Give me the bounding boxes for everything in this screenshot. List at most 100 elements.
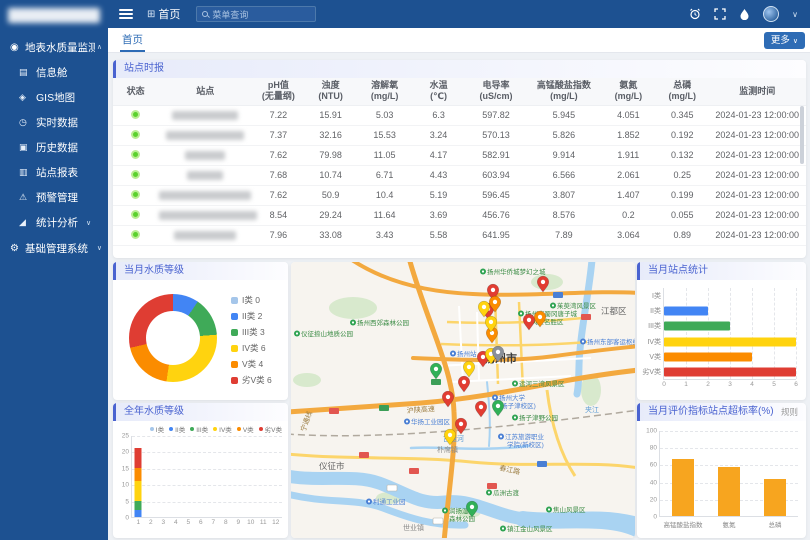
gridline <box>132 485 282 486</box>
app-window: ◉地表水质量监测系统∧▤信息舱◈GIS地图◷实时数据▣历史数据▥站点报表⚠预警管… <box>0 0 810 540</box>
status-cell <box>113 125 158 145</box>
map-label: 仪征市 <box>319 461 345 471</box>
sidebar-group-地表水质量监测系统[interactable]: ◉地表水质量监测系统∧ <box>0 34 108 60</box>
status-cell <box>113 205 158 225</box>
hbar-IV类[interactable] <box>664 337 796 346</box>
sidebar-item-实时数据[interactable]: ◷实时数据 <box>0 110 108 135</box>
breadcrumb-home[interactable]: ⊞ 首页 <box>147 6 180 22</box>
vbar-高锰酸盐指数[interactable] <box>672 459 694 516</box>
value-cell: 6.3 <box>412 105 464 125</box>
table-row[interactable]: 7.3732.1615.533.24570.135.8261.8520.1922… <box>113 125 806 145</box>
sidebar-item-预警管理[interactable]: ⚠预警管理 <box>0 185 108 210</box>
sidebar-item-label: 信息舱 <box>36 65 68 80</box>
menu-toggle-icon[interactable] <box>119 9 133 19</box>
table-row[interactable]: 7.6810.746.714.43603.946.5662.0610.25202… <box>113 165 806 185</box>
hbar-V类[interactable] <box>664 353 752 362</box>
legend-label: 劣V类 <box>265 424 282 434</box>
value-cell: 32.16 <box>305 125 357 145</box>
sidebar-item-统计分析[interactable]: ◢统计分析∨ <box>0 210 108 235</box>
legend-item[interactable]: 劣V类 6 <box>231 372 272 388</box>
legend-item[interactable]: V类 <box>237 424 254 434</box>
table-header-row: 状态站点pH值(无量纲)浊度(NTU)溶解氧(mg/L)水温(℃)电导率(uS/… <box>113 78 806 105</box>
sidebar-item-站点报表[interactable]: ▥站点报表 <box>0 160 108 185</box>
tab-home[interactable]: 首页 <box>120 28 145 52</box>
hbar-劣V类[interactable] <box>664 368 796 377</box>
pin-center <box>489 320 493 324</box>
vbar-总磷[interactable] <box>764 479 786 516</box>
topbar-icons: ∨ <box>689 6 810 22</box>
table-row[interactable]: 8.5429.2411.643.69456.768.5760.20.055202… <box>113 205 806 225</box>
sidebar-item-历史数据[interactable]: ▣历史数据 <box>0 135 108 160</box>
column-header: 监测时间 <box>708 78 806 105</box>
legend-label: V类 <box>243 424 254 434</box>
map-label: 运河三湾风景区 <box>519 379 565 388</box>
legend-item[interactable]: IV类 <box>213 424 232 434</box>
legend-item[interactable]: III类 <box>190 424 208 434</box>
rules-link[interactable]: 规则 <box>781 403 798 421</box>
report-icon: ▥ <box>19 167 32 178</box>
sidebar-item-GIS地图[interactable]: ◈GIS地图 <box>0 85 108 110</box>
fullscreen-icon[interactable] <box>714 8 726 20</box>
search-icon <box>202 11 208 17</box>
legend-label: II类 <box>175 424 185 434</box>
table-row[interactable]: 7.6250.910.45.19596.453.8071.4070.199202… <box>113 185 806 205</box>
poi-dot <box>548 508 550 510</box>
table-row[interactable]: 7.2215.915.036.3597.825.9454.0510.345202… <box>113 105 806 125</box>
status-cell <box>113 165 158 185</box>
legend-item[interactable]: V类 4 <box>231 356 272 372</box>
hbar-II类[interactable] <box>664 307 708 316</box>
panel-title: 全年水质等级 <box>124 403 184 421</box>
hbar-III类[interactable] <box>664 322 730 331</box>
column-header: pH值(无量纲) <box>252 78 304 105</box>
legend-item[interactable]: II类 <box>169 424 185 434</box>
chevron-down-icon[interactable]: ∨ <box>792 10 798 19</box>
value-cell: 5.826 <box>527 125 600 145</box>
map-label: 夹江 <box>585 405 599 414</box>
table-row[interactable]: 7.6279.9811.054.17582.919.9141.9110.1322… <box>113 145 806 165</box>
drop-icon[interactable] <box>739 8 750 20</box>
x-tick-label: 5 <box>186 519 190 526</box>
legend-label: III类 <box>196 424 208 434</box>
annual-legend: I类 II类 III类 IV类 V类 劣V类 <box>113 421 288 434</box>
city-map[interactable]: 扬州市江都区仪征市朴席镇世业镇扬州西郊森林公园仪征捺山地质公园扬州华侨城梦幻之城… <box>291 262 635 538</box>
more-button[interactable]: 更多∨ <box>764 32 805 49</box>
map-label: 扬州东部客运枢纽 <box>587 337 635 346</box>
map-label: 利通工业园 <box>373 497 406 506</box>
app-logo <box>8 8 100 23</box>
y-tick-label: 0 <box>125 515 129 522</box>
table-scrollbar[interactable] <box>800 106 804 164</box>
y-category-label: IV类 <box>647 337 661 347</box>
legend-item[interactable]: II类 2 <box>231 308 272 324</box>
poi-dot <box>582 340 584 342</box>
topbar: ⊞ 首页 菜单查询 ∨ <box>108 0 810 28</box>
sidebar-group-基础管理系统[interactable]: ⚙基础管理系统∨ <box>0 235 108 261</box>
globe-icon: ◉ <box>10 42 22 53</box>
menu-search-input[interactable]: 菜单查询 <box>196 6 316 22</box>
donut <box>129 294 217 382</box>
legend-item[interactable]: 劣V类 <box>259 424 282 434</box>
value-cell: 3.807 <box>527 185 600 205</box>
map-label: 扬州西郊森林公园 <box>357 318 409 327</box>
column-header: 氨氮(mg/L) <box>600 78 656 105</box>
value-cell: 3.064 <box>600 225 656 245</box>
x-tick-label: 2 <box>706 381 710 388</box>
table-row[interactable]: 7.9633.083.435.58641.957.893.0640.892024… <box>113 225 806 245</box>
user-avatar[interactable] <box>763 6 779 22</box>
legend-item[interactable]: IV类 6 <box>231 340 272 356</box>
station-name-cell <box>158 165 252 185</box>
legend-label: II类 2 <box>242 310 262 322</box>
alarm-icon[interactable] <box>689 8 701 20</box>
value-cell: 5.58 <box>412 225 464 245</box>
map-panel[interactable]: 扬州市江都区仪征市朴席镇世业镇扬州西郊森林公园仪征捺山地质公园扬州华侨城梦幻之城… <box>291 262 635 538</box>
panel-title: 当月水质等级 <box>124 262 184 280</box>
map-label: 世业镇 <box>403 523 424 532</box>
sidebar-item-信息舱[interactable]: ▤信息舱 <box>0 60 108 85</box>
y-tick-label: 60 <box>650 462 657 469</box>
value-cell: 597.82 <box>465 105 528 125</box>
x-tick-label: 6 <box>794 381 798 388</box>
vbar-氨氮[interactable] <box>718 467 740 516</box>
legend-item[interactable]: I类 <box>150 424 164 434</box>
legend-item[interactable]: III类 3 <box>231 324 272 340</box>
legend-item[interactable]: I类 0 <box>231 292 272 308</box>
stats-hbar-chart: 0123456I类II类III类IV类V类劣V类 <box>663 288 796 380</box>
